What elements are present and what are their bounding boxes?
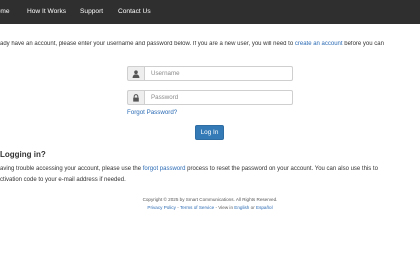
nav-how-it-works[interactable]: How It Works (27, 0, 66, 24)
privacy-policy-link[interactable]: Privacy Policy (147, 205, 176, 210)
trouble-line1-before: aving trouble accessing your account, pl… (0, 166, 143, 172)
password-input[interactable]: Password (144, 90, 293, 105)
footer-view-in: - View in (214, 205, 235, 210)
forgot-password-link[interactable]: Forgot Password? (127, 109, 177, 116)
trouble-line2: ctivation code to your e-mail address if… (0, 177, 126, 183)
user-icon (132, 70, 140, 78)
english-link[interactable]: English (234, 205, 249, 210)
trouble-text: aving trouble accessing your account, pl… (0, 164, 420, 186)
forgot-password-inline-link[interactable]: forgot password (143, 166, 186, 172)
intro-text: ady have an account, please enter your u… (0, 41, 420, 47)
intro-text-before: ady have an account, please enter your u… (0, 41, 295, 47)
terms-of-service-link[interactable]: Terms of Service (180, 205, 214, 210)
login-button[interactable]: Log In (195, 125, 224, 140)
password-field: Password (127, 90, 293, 105)
trouble-heading: Logging in? (0, 150, 46, 159)
espanol-link[interactable]: Español (256, 205, 273, 210)
username-addon (127, 66, 144, 81)
password-addon (127, 90, 144, 105)
nav-contact-us[interactable]: Contact Us (118, 0, 151, 24)
username-field: Username (127, 66, 293, 81)
top-navbar: Home How It Works Support Contact Us (0, 0, 420, 24)
lock-icon (133, 94, 139, 102)
create-account-link[interactable]: create an account (295, 41, 343, 47)
nav-home[interactable]: Home (0, 0, 10, 24)
footer-or: or (249, 205, 256, 210)
intro-text-after: before you can (342, 41, 384, 47)
password-placeholder: Password (151, 94, 179, 101)
username-placeholder: Username (151, 70, 180, 77)
footer-copyright: Copyright © 2025 by Smart Communications… (142, 197, 278, 202)
username-input[interactable]: Username (144, 66, 293, 81)
footer-links: Privacy Policy - Terms of Service - View… (0, 205, 420, 210)
trouble-line1-after: process to reset the password on your ac… (185, 166, 378, 172)
nav-support[interactable]: Support (80, 0, 103, 24)
